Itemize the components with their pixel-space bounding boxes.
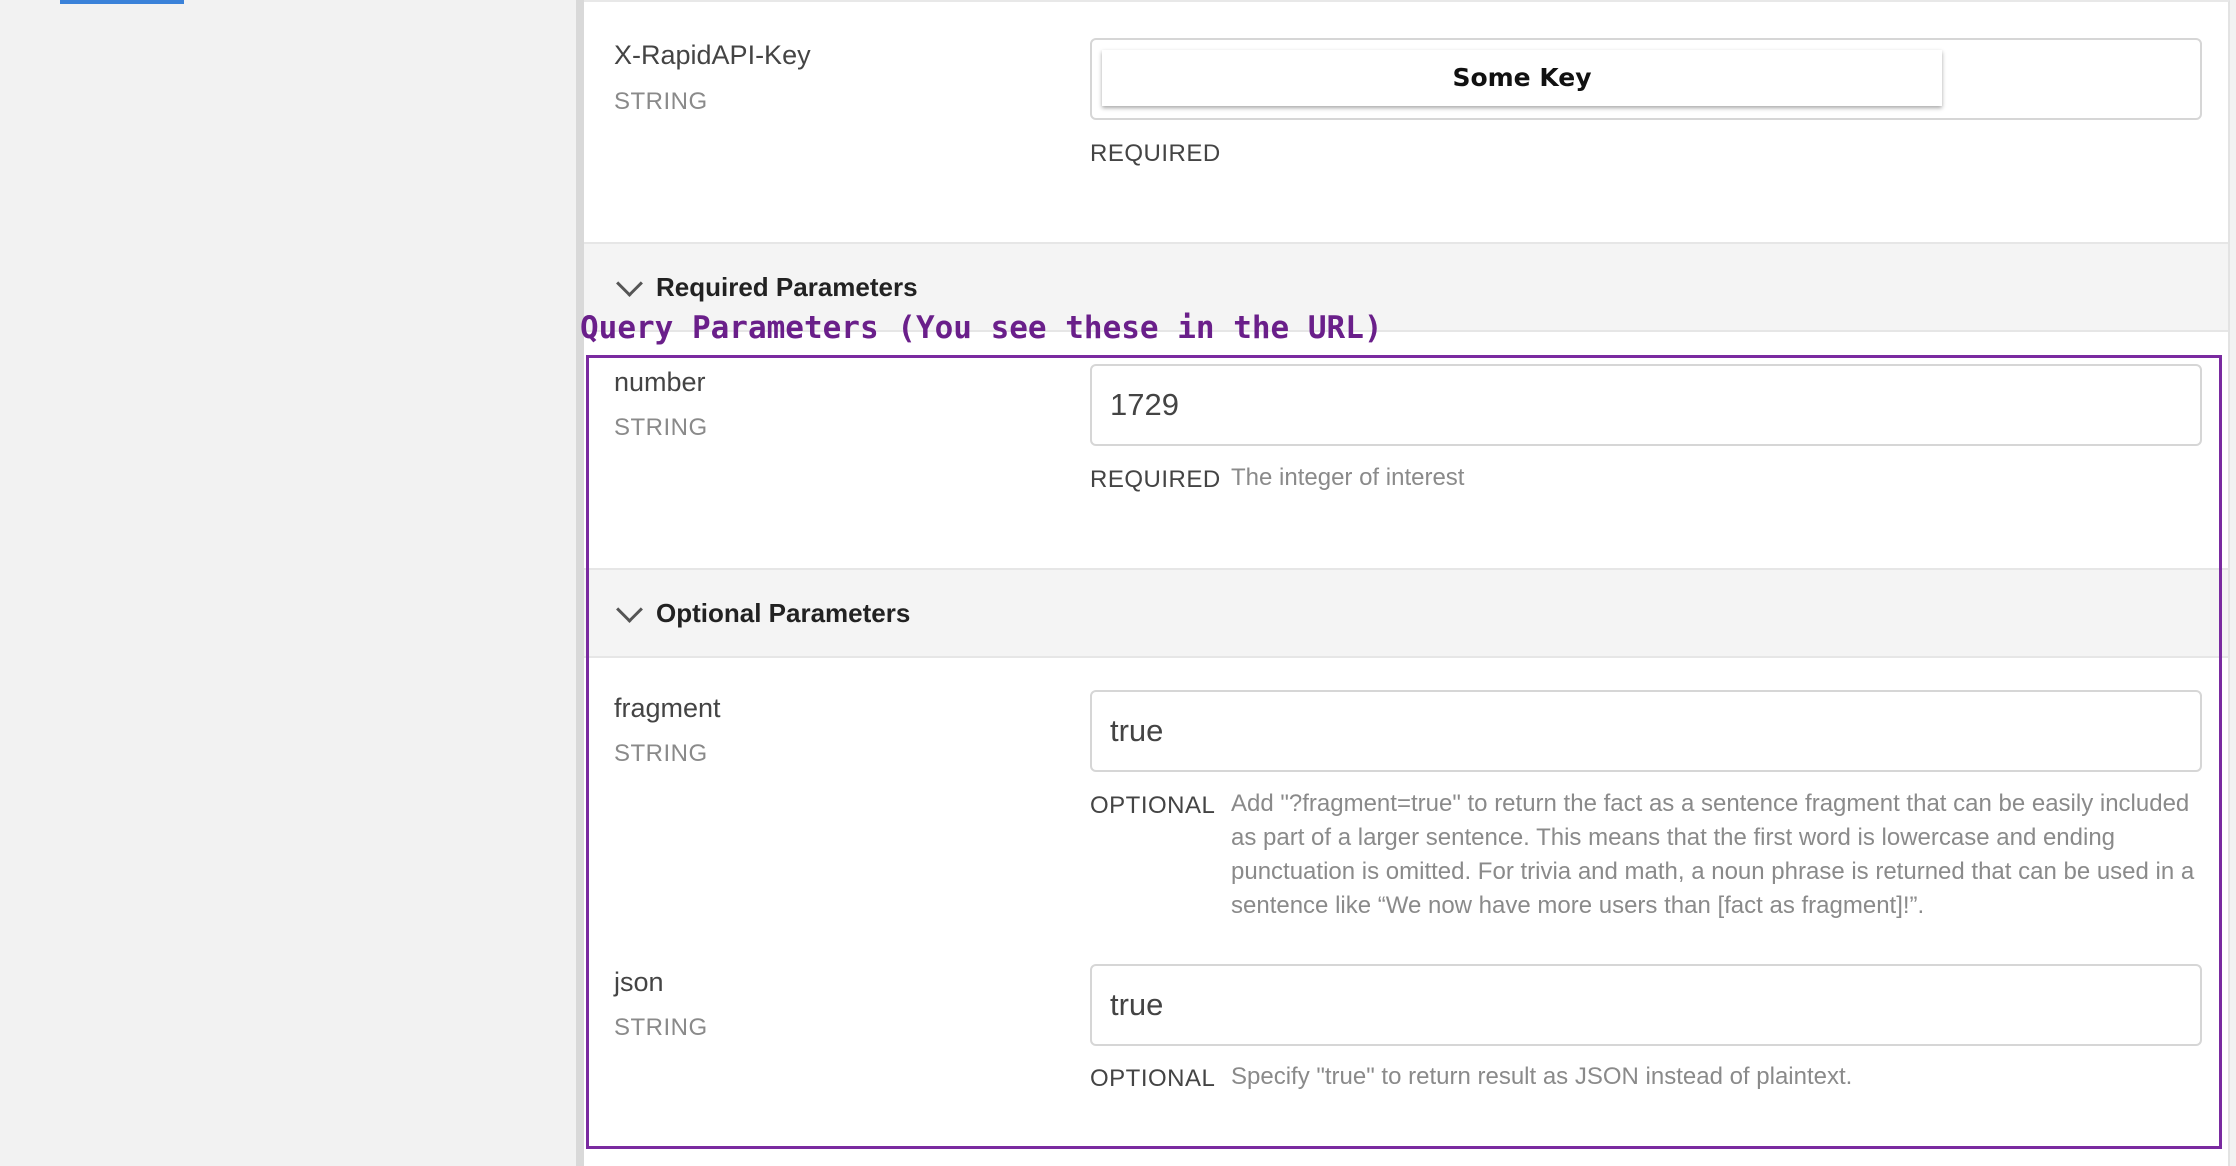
api-key-select[interactable]: Some Key bbox=[1102, 50, 1942, 106]
param-name: number bbox=[614, 367, 706, 397]
param-type: STRING bbox=[614, 740, 708, 767]
left-pane bbox=[0, 0, 576, 1166]
param-description: Specify "true" to return result as JSON … bbox=[1231, 1063, 1853, 1090]
param-type: STRING bbox=[614, 1014, 708, 1041]
param-type: STRING bbox=[614, 414, 708, 441]
section-title: Required Parameters bbox=[656, 272, 918, 302]
param-status: OPTIONAL bbox=[1090, 792, 1216, 819]
param-name: X-RapidAPI-Key bbox=[614, 40, 811, 70]
param-status: OPTIONAL bbox=[1090, 1065, 1216, 1092]
param-status: REQUIRED bbox=[1090, 466, 1221, 493]
api-key-field[interactable]: Some Key bbox=[1090, 38, 2202, 120]
query-parameters-annotation: Query Parameters (You see these in the U… bbox=[580, 310, 1383, 346]
param-type: STRING bbox=[614, 88, 708, 115]
pane-divider[interactable] bbox=[576, 0, 584, 1166]
param-description: The integer of interest bbox=[1231, 464, 1465, 491]
param-name: json bbox=[614, 967, 664, 997]
section-title: Optional Parameters bbox=[656, 598, 911, 628]
param-status: REQUIRED bbox=[1090, 140, 1221, 167]
param-name: fragment bbox=[614, 693, 721, 723]
json-input[interactable]: true bbox=[1090, 964, 2202, 1046]
number-input[interactable]: 1729 bbox=[1090, 364, 2202, 446]
parameters-panel: X-RapidAPI-Key STRING Some Key REQUIRED … bbox=[584, 0, 2230, 1166]
optional-parameters-header[interactable]: Optional Parameters bbox=[584, 568, 2228, 658]
fragment-input[interactable]: true bbox=[1090, 690, 2202, 772]
chevron-down-icon[interactable] bbox=[616, 596, 643, 623]
active-tab-indicator bbox=[60, 0, 184, 4]
param-description: Add "?fragment=true" to return the fact … bbox=[1231, 790, 2195, 919]
chevron-down-icon[interactable] bbox=[616, 270, 643, 297]
